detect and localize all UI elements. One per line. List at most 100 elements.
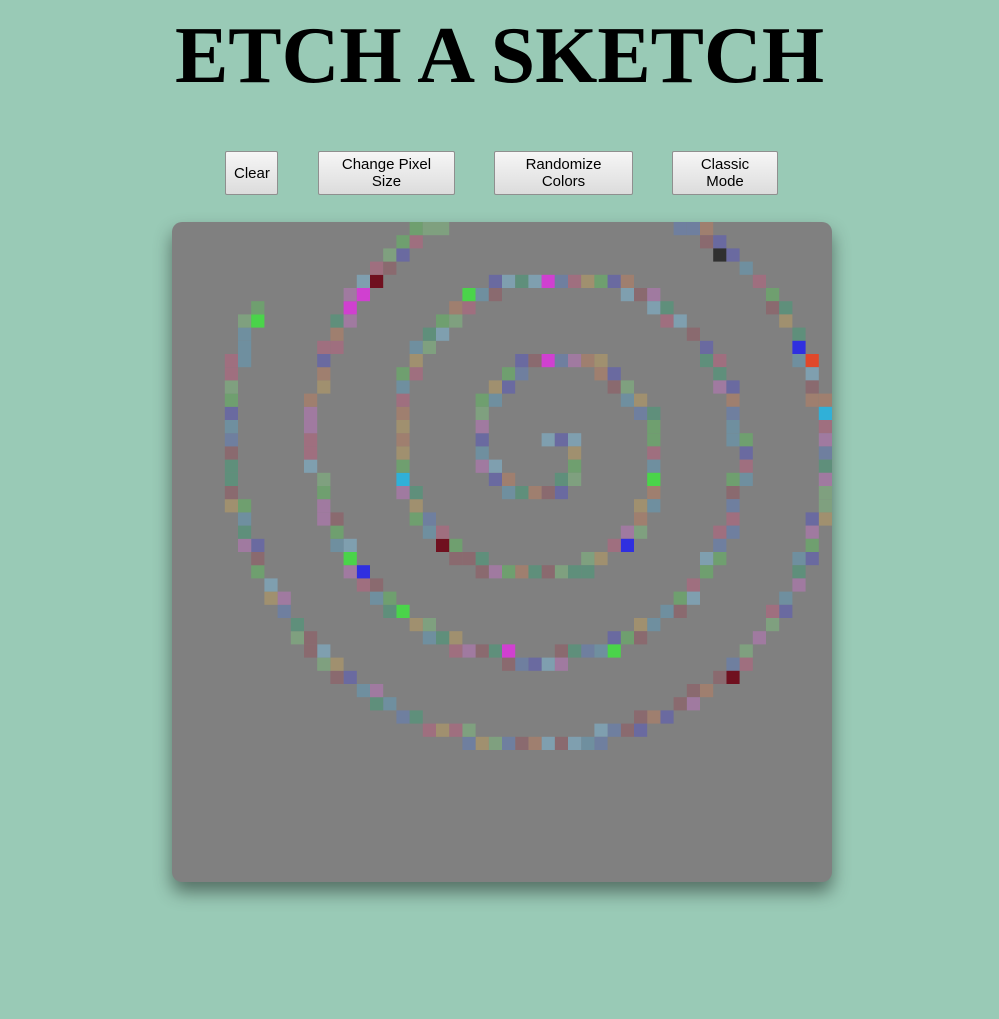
sketch-board[interactable] <box>172 222 832 882</box>
sketch-pixel <box>396 420 410 434</box>
sketch-pixel <box>383 261 397 275</box>
sketch-pixel <box>502 380 516 394</box>
sketch-pixel <box>317 354 331 368</box>
sketch-pixel <box>224 406 238 420</box>
randomize-colors-button[interactable]: Randomize Colors <box>494 151 633 195</box>
sketch-pixel <box>436 538 450 552</box>
sketch-pixel <box>343 301 357 315</box>
sketch-pixel <box>634 525 648 539</box>
sketch-pixel <box>264 578 278 592</box>
sketch-pixel <box>409 354 423 368</box>
sketch-pixel <box>541 657 555 671</box>
sketch-pixel <box>370 697 384 711</box>
sketch-pixel <box>396 380 410 394</box>
sketch-pixel <box>475 736 489 750</box>
sketch-pixel <box>475 552 489 566</box>
sketch-pixel <box>620 631 634 645</box>
sketch-pixel <box>330 670 344 684</box>
sketch-pixel <box>739 261 753 275</box>
sketch-pixel <box>343 288 357 302</box>
sketch-pixel <box>818 433 832 447</box>
sketch-pixel <box>343 565 357 579</box>
sketch-pixel <box>409 340 423 354</box>
sketch-pixel <box>304 406 318 420</box>
sketch-pixel <box>752 631 766 645</box>
sketch-pixel <box>343 670 357 684</box>
sketch-pixel <box>502 472 516 486</box>
sketch-pixel <box>238 340 252 354</box>
sketch-pixel <box>422 631 436 645</box>
sketch-pixel <box>726 420 740 434</box>
sketch-pixel <box>568 354 582 368</box>
sketch-pixel <box>502 486 516 500</box>
sketch-pixel <box>396 393 410 407</box>
sketch-pixel <box>317 380 331 394</box>
sketch-pixel <box>818 446 832 460</box>
sketch-pixel <box>634 723 648 737</box>
sketch-pixel <box>713 538 727 552</box>
clear-button[interactable]: Clear <box>225 151 278 195</box>
sketch-pixel <box>805 367 819 381</box>
sketch-pixel <box>700 565 714 579</box>
sketch-pixel <box>554 657 568 671</box>
sketch-pixel <box>462 288 476 302</box>
sketch-pixel <box>370 274 384 288</box>
change-pixel-size-button[interactable]: Change Pixel Size <box>318 151 455 195</box>
sketch-pixel <box>370 684 384 698</box>
sketch-pixel <box>713 235 727 249</box>
sketch-pixel <box>686 684 700 698</box>
sketch-pixel <box>792 578 806 592</box>
sketch-pixel <box>436 525 450 539</box>
sketch-pixel <box>304 393 318 407</box>
sketch-pixel <box>488 472 502 486</box>
sketch-pixel <box>488 288 502 302</box>
sketch-pixel <box>475 433 489 447</box>
sketch-pixel <box>818 472 832 486</box>
sketch-pixel <box>673 314 687 328</box>
sketch-pixel <box>462 723 476 737</box>
sketch-pixel <box>488 380 502 394</box>
classic-mode-button[interactable]: Classic Mode <box>672 151 778 195</box>
sketch-pixel <box>607 380 621 394</box>
sketch-pixel <box>422 723 436 737</box>
sketch-pixel <box>383 697 397 711</box>
sketch-pixel <box>620 288 634 302</box>
sketch-pixel <box>330 314 344 328</box>
sketch-pixel <box>488 644 502 658</box>
sketch-pixel <box>739 446 753 460</box>
sketch-pixel <box>317 512 331 526</box>
sketch-pixel <box>515 486 529 500</box>
sketch-pixel <box>356 578 370 592</box>
sketch-pixel <box>475 565 489 579</box>
sketch-pixel <box>251 565 265 579</box>
sketch-pixel <box>396 248 410 262</box>
sketch-pixel <box>554 644 568 658</box>
sketch-pixel <box>779 591 793 605</box>
sketch-pixel <box>449 314 463 328</box>
sketch-pixel <box>607 367 621 381</box>
sketch-pixel <box>409 367 423 381</box>
sketch-pixel <box>409 512 423 526</box>
sketch-pixel <box>475 393 489 407</box>
sketch-pixel <box>475 288 489 302</box>
sketch-pixel <box>528 736 542 750</box>
sketch-pixel <box>673 604 687 618</box>
sketch-pixel-grid[interactable] <box>172 222 832 882</box>
sketch-pixel <box>330 525 344 539</box>
sketch-pixel <box>224 420 238 434</box>
sketch-pixel <box>739 472 753 486</box>
sketch-pixel <box>620 380 634 394</box>
sketch-pixel <box>317 657 331 671</box>
sketch-pixel <box>224 367 238 381</box>
sketch-pixel <box>409 618 423 632</box>
sketch-pixel <box>396 235 410 249</box>
sketch-pixel <box>700 235 714 249</box>
sketch-pixel <box>528 565 542 579</box>
sketch-pixel <box>541 274 555 288</box>
sketch-pixel <box>396 433 410 447</box>
sketch-pixel <box>330 512 344 526</box>
sketch-pixel <box>805 512 819 526</box>
sketch-pixel <box>594 723 608 737</box>
sketch-pixel <box>224 446 238 460</box>
sketch-pixel <box>607 723 621 737</box>
